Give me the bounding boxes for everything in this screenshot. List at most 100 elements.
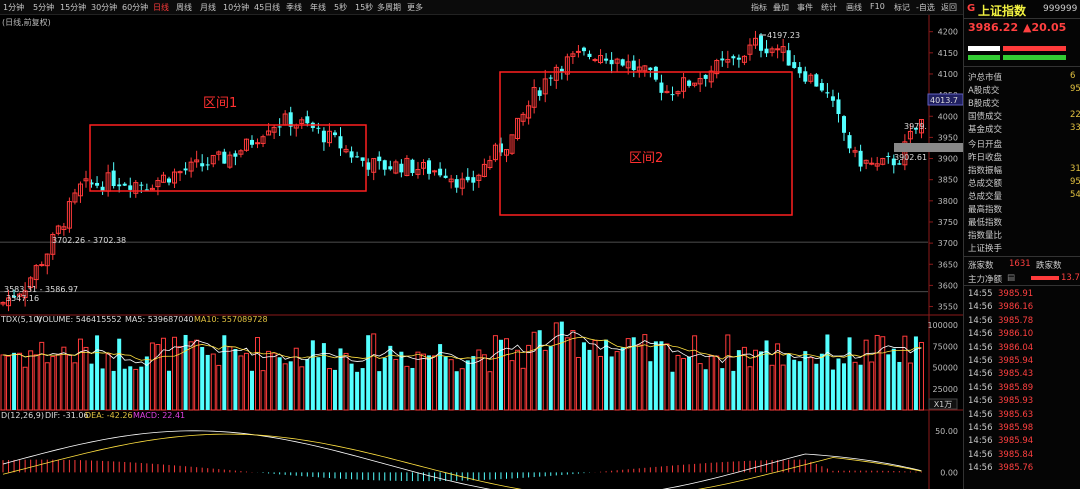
volume-bar-up xyxy=(636,344,642,411)
volume-bar-up xyxy=(271,352,277,411)
volume-bar-down xyxy=(139,366,144,410)
candle-down xyxy=(830,96,835,101)
period-tab[interactable]: 多周期 xyxy=(377,2,401,13)
period-tab[interactable]: 月线 xyxy=(200,2,216,13)
volume-bar-up xyxy=(149,342,155,411)
volume-bar-up xyxy=(697,363,703,411)
volume-bar-up xyxy=(769,364,775,411)
candle-down xyxy=(95,182,100,186)
toolbar-button[interactable]: 叠加 xyxy=(773,2,789,13)
volume-bar-up xyxy=(692,335,698,411)
period-tab[interactable]: 15分钟 xyxy=(60,2,86,13)
candle-down xyxy=(537,90,542,96)
tick-time: 14:56 xyxy=(968,369,993,380)
period-tab[interactable]: 5秒 xyxy=(334,2,347,13)
volume-bar-down xyxy=(819,353,824,410)
volume-bar-up xyxy=(216,364,222,411)
volume-bar-down xyxy=(842,363,847,410)
toolbar-button[interactable]: 事件 xyxy=(797,2,813,13)
tick-time: 14:56 xyxy=(968,356,993,366)
candle-down xyxy=(443,175,448,178)
code-prefix: G xyxy=(967,3,976,14)
period-tab[interactable]: 60分钟 xyxy=(122,2,148,13)
period-tab[interactable]: 年线 xyxy=(310,2,326,13)
candle-down xyxy=(139,184,144,186)
candle-down xyxy=(604,58,609,61)
toolbar-button[interactable]: 返回 xyxy=(941,2,957,13)
volume-bar-down xyxy=(897,361,902,410)
tick-price: 3985.43 xyxy=(998,369,1034,380)
toolbar-button[interactable]: 统计 xyxy=(821,2,837,13)
volume-bar-up xyxy=(17,352,23,411)
volume-bar-down xyxy=(587,349,592,410)
period-tab[interactable]: 5分钟 xyxy=(33,2,54,13)
toolbar-button[interactable]: 标记 xyxy=(894,2,910,13)
candle-down xyxy=(836,99,841,114)
volume-bar-down xyxy=(797,361,802,410)
toolbar-button[interactable]: 指标 xyxy=(751,2,767,13)
stat-value: 31.2 xyxy=(1070,164,1080,174)
stat-value: 95 xyxy=(1070,84,1080,94)
candle-down xyxy=(548,77,553,79)
current-price: 3986.22 xyxy=(968,21,1019,34)
volume-bar-up xyxy=(503,338,509,411)
period-tab[interactable]: 季线 xyxy=(286,2,302,13)
volume-bar-up xyxy=(863,339,869,411)
candle-down xyxy=(670,94,675,96)
period-toolbar: 1分钟 5分钟 15分钟 30分钟 60分钟 日线 周线 月线 10分钟 45日线 季线 年线 5秒 15… xyxy=(0,0,963,15)
volume-bar-up xyxy=(260,370,266,411)
period-tab[interactable]: 更多 xyxy=(407,2,423,13)
kline-chart[interactable]: 4200415041004050400039503900385038003750… xyxy=(0,15,964,489)
period-tab[interactable]: 15秒 xyxy=(355,2,373,13)
tick-price: 3985.63 xyxy=(998,409,1034,420)
volume-bar-up xyxy=(592,340,598,411)
index-name[interactable]: 上证指数 xyxy=(978,2,1026,19)
kline-chart-area[interactable]: 4200415041004050400039503900385038003750… xyxy=(0,15,964,489)
main-flow-label: 主力净额 xyxy=(968,275,1003,285)
quote-panel: G 上证指数 999999 3986.22 ▲20.05 沪总市值 6 A股成交 95… xyxy=(963,0,1080,489)
volume-bar-up xyxy=(28,350,34,411)
volume-bar-up xyxy=(542,349,548,411)
period-tab[interactable]: 周线 xyxy=(176,2,192,13)
volume-bar-up xyxy=(775,343,781,411)
volume-bar-down xyxy=(803,351,808,410)
toolbar-button[interactable]: 画线 xyxy=(846,2,862,13)
volume-bar-up xyxy=(133,368,139,411)
volume-bar-up xyxy=(918,341,924,411)
volume-bar-down xyxy=(454,371,459,410)
info-icon[interactable]: ▤ xyxy=(1007,273,1015,283)
candle-down xyxy=(609,59,614,65)
volume-bar-up xyxy=(282,363,288,411)
volume-bar-down xyxy=(382,357,387,410)
volume-bar-up xyxy=(741,346,747,411)
candle-down xyxy=(653,66,658,80)
tick-time: 14:56 xyxy=(968,449,993,460)
tick-price: 3985.84 xyxy=(998,449,1034,460)
period-tab[interactable]: 日线 xyxy=(153,2,169,13)
toolbar-button[interactable]: F10 xyxy=(870,2,885,11)
candle-down xyxy=(703,74,708,79)
tick-price: 3986.10 xyxy=(998,329,1034,340)
volume-bar-down xyxy=(720,368,725,410)
period-tab[interactable]: 1分钟 xyxy=(3,2,24,13)
toolbar-button[interactable]: -自选 xyxy=(916,2,935,13)
period-tab[interactable]: 30分钟 xyxy=(91,2,117,13)
candle-down xyxy=(736,57,741,60)
candle-down xyxy=(858,150,863,167)
stat-value: 54 xyxy=(1070,190,1080,200)
candle-down xyxy=(382,160,387,170)
volume-tick-label: 100000 xyxy=(927,321,958,330)
volume-tick-label: 75000 xyxy=(933,342,958,351)
volume-bar-up xyxy=(570,330,576,411)
candle-up xyxy=(39,264,45,267)
volume-bar-up xyxy=(238,355,244,411)
period-tab[interactable]: 45日线 xyxy=(254,2,280,13)
stat-label: 今日开盘 xyxy=(968,140,1003,150)
stat-label: 指数量比 xyxy=(968,231,1003,241)
price-change: ▲20.05 xyxy=(1023,21,1067,34)
volume-bar-up xyxy=(725,334,731,411)
period-tab[interactable]: 10分钟 xyxy=(223,2,249,13)
volume-bar-down xyxy=(443,356,448,410)
volume-bar-down xyxy=(12,352,17,410)
price-tick-label: 3850 xyxy=(938,176,958,185)
